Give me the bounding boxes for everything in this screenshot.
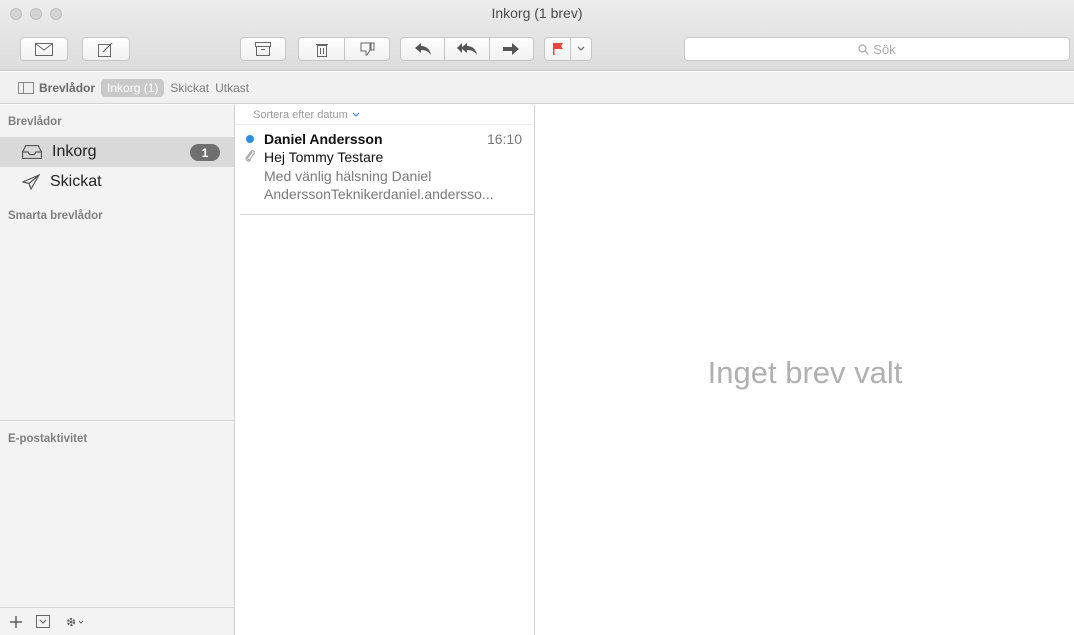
flag-button[interactable]	[545, 38, 571, 60]
junk-button[interactable]	[345, 38, 389, 60]
reading-pane: Inget brev valt	[536, 105, 1074, 635]
sidebar-footer	[0, 607, 234, 635]
trash-icon	[315, 43, 328, 57]
forward-button[interactable]	[490, 38, 533, 60]
unread-indicator	[246, 135, 254, 143]
delete-button[interactable]	[299, 38, 345, 60]
reply-all-arrow-icon	[456, 43, 477, 55]
show-mailboxes-button[interactable]: Brevlådor	[18, 81, 95, 95]
compose-button[interactable]	[82, 37, 130, 61]
window-title: Inkorg (1 brev)	[491, 5, 583, 21]
message-time: 16:10	[486, 131, 522, 147]
delete-junk-group	[298, 37, 390, 61]
sidebar-toggle-icon	[18, 81, 34, 94]
favorite-inbox[interactable]: Inkorg (1)	[101, 78, 165, 97]
message-sender: Daniel Andersson	[264, 131, 383, 147]
message-preview-line: AnderssonTeknikerdaniel.andersso...	[264, 186, 494, 202]
flag-icon	[552, 43, 563, 55]
mailbox-menu-icon[interactable]	[36, 615, 50, 628]
mail-activity-heading: E-postaktivitet	[8, 433, 88, 445]
message-list: Sortera efter datum Daniel Andersson 16:…	[235, 105, 535, 635]
chevron-down-icon	[352, 112, 360, 117]
unread-count-badge: 1	[190, 144, 220, 161]
archive-button[interactable]	[240, 37, 286, 61]
reply-arrow-icon	[414, 43, 431, 55]
reply-all-button[interactable]	[445, 38, 490, 60]
paper-plane-icon	[22, 174, 40, 190]
envelope-icon	[35, 42, 53, 56]
sidebar-divider[interactable]	[0, 420, 234, 421]
reply-group	[400, 37, 534, 61]
paperclip-icon	[245, 150, 255, 162]
reply-button[interactable]	[401, 38, 446, 60]
message-subject: Hej Tommy Testare	[264, 149, 384, 165]
sidebar-item-label: Skickat	[50, 173, 102, 190]
get-mail-button[interactable]	[20, 37, 68, 61]
search-field[interactable]: Sök	[684, 37, 1070, 61]
magnifier-icon	[858, 43, 870, 55]
sort-menu[interactable]: Sortera efter datum	[235, 105, 534, 125]
message-preview-line: Med vänlig hälsning Daniel	[264, 168, 432, 184]
favorites-bar: Brevlådor Inkorg (1) Skickat Utkast	[0, 72, 1074, 104]
smart-mailboxes-heading[interactable]: Smarta brevlådor	[8, 210, 103, 222]
archive-box-icon	[255, 42, 271, 56]
thumbs-down-icon	[360, 42, 374, 56]
flag-group	[544, 37, 592, 61]
sidebar-item-inbox[interactable]: Inkorg 1	[0, 137, 234, 167]
message-preview: Med vänlig hälsning Daniel AnderssonTekn…	[264, 167, 529, 203]
mailboxes-label: Brevlådor	[39, 80, 96, 95]
sort-label: Sortera efter datum	[253, 108, 348, 121]
flag-menu-button[interactable]	[571, 38, 591, 60]
mailboxes-heading[interactable]: Brevlådor	[8, 116, 62, 128]
sidebar-item-sent[interactable]: Skickat	[0, 167, 234, 197]
search-placeholder: Sök	[873, 41, 896, 57]
chevron-down-icon	[577, 46, 585, 51]
favorite-drafts[interactable]: Utkast	[215, 81, 249, 95]
no-message-selected-text: Inget brev valt	[707, 355, 903, 390]
sidebar-item-label: Inkorg	[52, 143, 97, 160]
message-list-item[interactable]: Daniel Andersson 16:10 Hej Tommy Testare…	[240, 125, 534, 215]
favorite-sent[interactable]: Skickat	[170, 81, 209, 95]
compose-icon	[98, 42, 113, 57]
title-bar: Inkorg (1 brev) Sök	[0, 0, 1074, 71]
inbox-tray-icon	[22, 145, 42, 159]
gear-menu-icon[interactable]	[64, 615, 86, 629]
forward-arrow-icon	[503, 43, 520, 55]
plus-icon[interactable]	[10, 615, 22, 628]
mailbox-sidebar: Brevlådor Inkorg 1 Skickat Smarta brevlå…	[0, 105, 235, 635]
